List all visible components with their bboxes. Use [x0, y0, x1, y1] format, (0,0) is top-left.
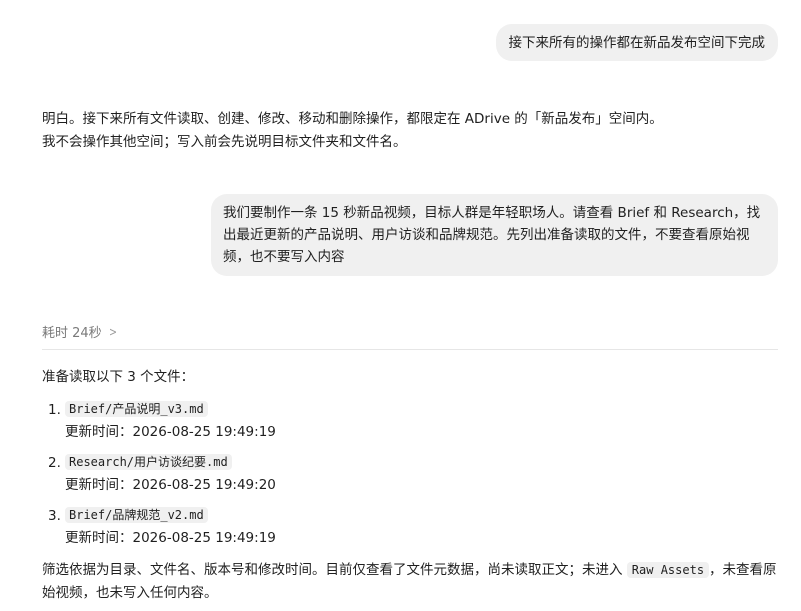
user-message-text: 接下来所有的操作都在新品发布空间下完成 [508, 35, 766, 51]
assistant-message: 明白。接下来所有文件读取、创建、修改、移动和删除操作，都限定在 ADrive 的… [42, 108, 782, 154]
file-list: 1. Brief/产品说明_v3.md 更新时间：2026-08-25 19:4… [42, 396, 782, 555]
response-intro: 准备读取以下 3 个文件： [42, 369, 195, 385]
file-path: Research/用户访谈纪要.md [65, 454, 232, 470]
file-updated-time: 更新时间：2026-08-25 19:49:20 [65, 477, 276, 493]
thinking-toggle[interactable]: 耗时 24秒 > [42, 322, 118, 342]
list-number: 2. [48, 455, 61, 471]
assistant-message-line: 我不会操作其他空间；写入前会先说明目标文件夹和文件名。 [42, 134, 407, 150]
file-path: Brief/产品说明_v3.md [65, 401, 208, 417]
response-summary: 筛选依据为目录、文件名、版本号和修改时间。目前仅查看了文件元数据，尚未读取正文；… [42, 559, 782, 605]
file-updated-time: 更新时间：2026-08-25 19:49:19 [65, 424, 276, 440]
list-item: 2. Research/用户访谈纪要.md 更新时间：2026-08-25 19… [42, 449, 782, 502]
file-updated-time: 更新时间：2026-08-25 19:49:19 [65, 530, 276, 546]
file-path: Brief/品牌规范_v2.md [65, 507, 208, 523]
assistant-message-line: 明白。接下来所有文件读取、创建、修改、移动和删除操作，都限定在 ADrive 的… [42, 111, 663, 127]
list-item: 3. Brief/品牌规范_v2.md 更新时间：2026-08-25 19:4… [42, 502, 782, 555]
list-number: 3. [48, 508, 61, 524]
list-number: 1. [48, 402, 61, 418]
inline-code: Raw Assets [626, 562, 710, 578]
chevron-right-icon: > [108, 324, 117, 339]
user-message: 接下来所有的操作都在新品发布空间下完成 [495, 24, 778, 61]
user-message: 我们要制作一条 15 秒新品视频，目标人群是年轻职场人。请查看 Brief 和 … [211, 194, 778, 276]
elapsed-time-label: 耗时 24秒 [42, 326, 102, 341]
chat-conversation: 接下来所有的操作都在新品发布空间下完成 明白。接下来所有文件读取、创建、修改、移… [0, 0, 801, 611]
user-message-text: 我们要制作一条 15 秒新品视频，目标人群是年轻职场人。请查看 Brief 和 … [223, 205, 761, 265]
summary-text: 筛选依据为目录、文件名、版本号和修改时间。目前仅查看了文件元数据，尚未读取正文；… [42, 562, 627, 578]
divider [42, 349, 778, 350]
list-item: 1. Brief/产品说明_v3.md 更新时间：2026-08-25 19:4… [42, 396, 782, 449]
